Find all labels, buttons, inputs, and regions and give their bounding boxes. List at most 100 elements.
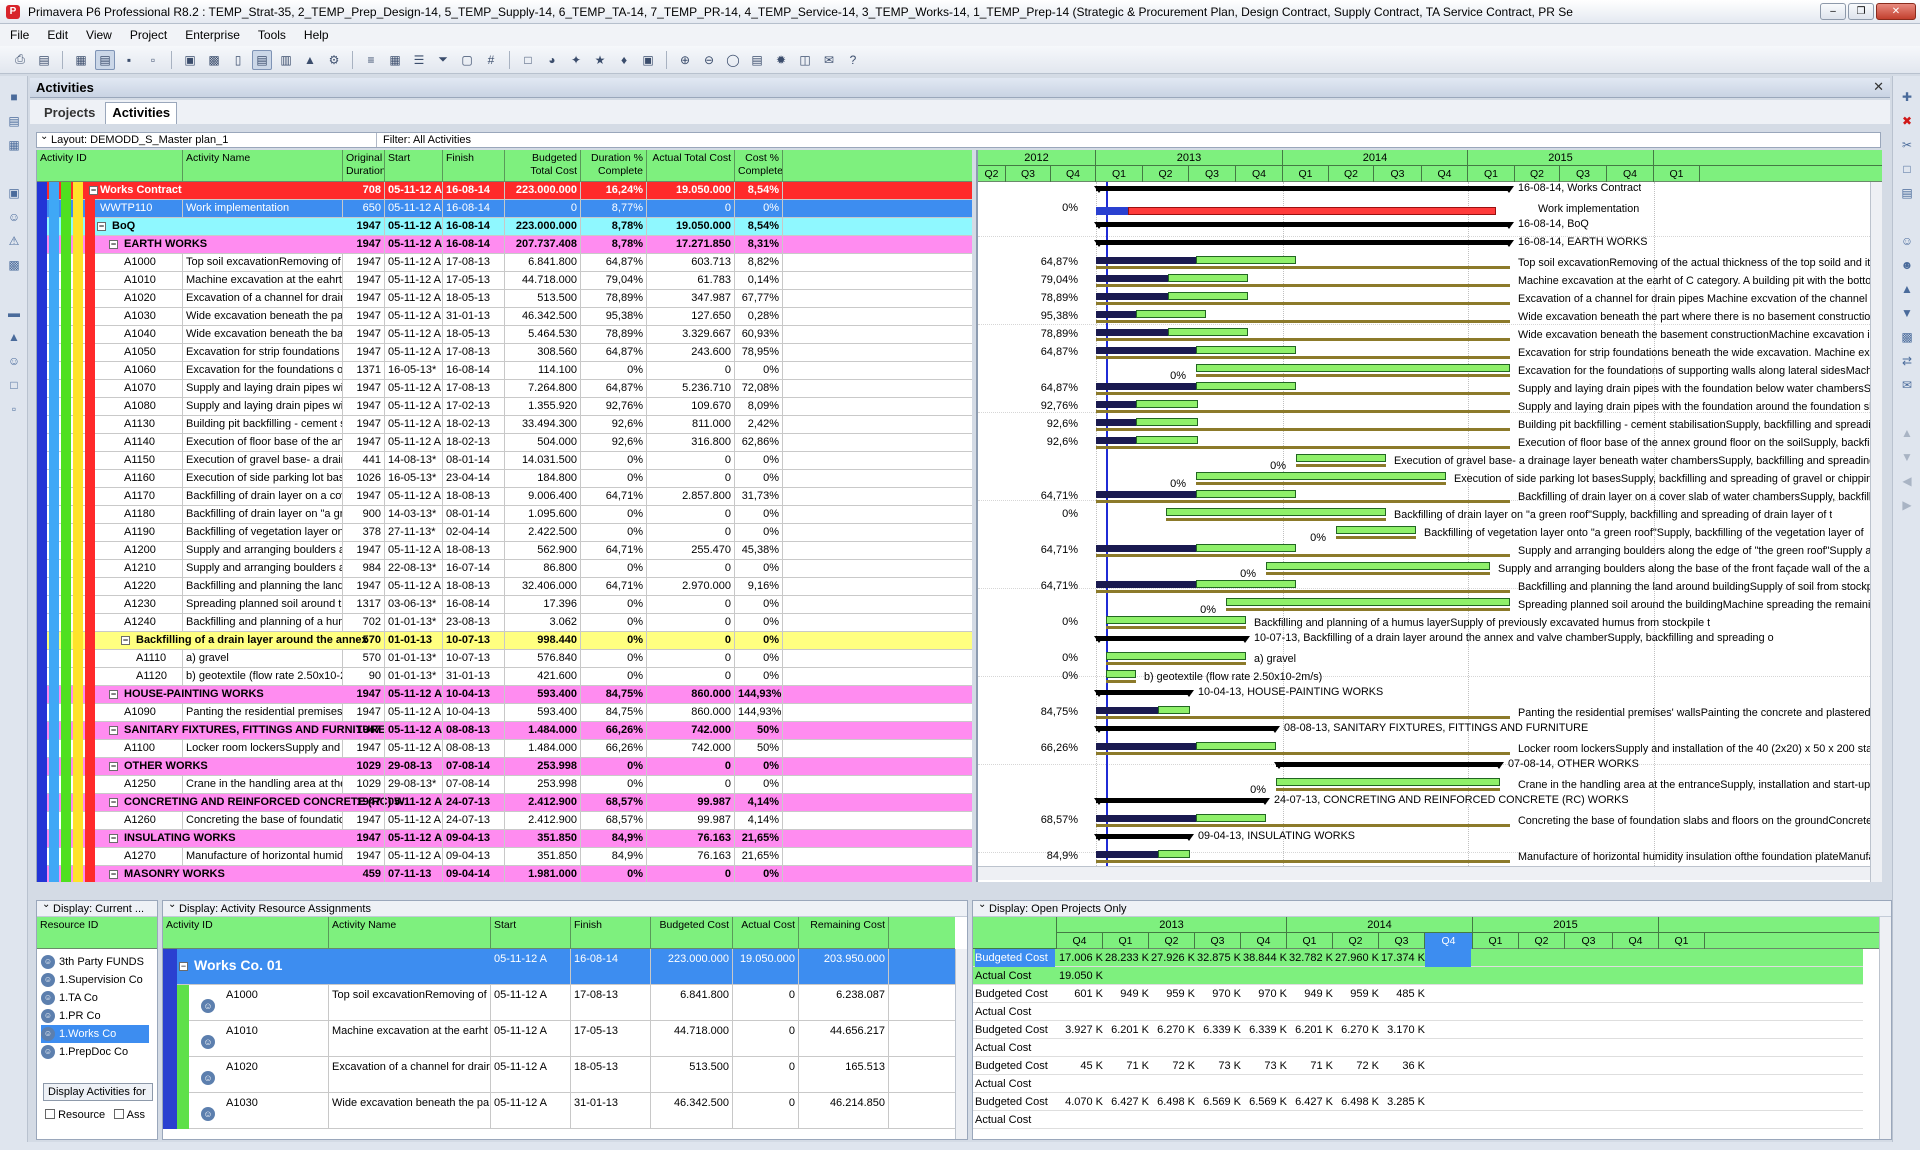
schedule-icon[interactable]: □: [518, 50, 538, 70]
column-header-finish[interactable]: Finish: [443, 150, 505, 182]
assignments-scrollbar[interactable]: [955, 949, 967, 1139]
assignment-row[interactable]: ☺ A1030 Wide excavation beneath the pa 05-1…: [163, 1093, 955, 1129]
activity-progress-bar[interactable]: [1096, 207, 1128, 215]
remaining-work-bar[interactable]: [1166, 508, 1386, 516]
columns-select-icon[interactable]: ▦: [385, 50, 405, 70]
profile-scrollbar[interactable]: [1879, 917, 1891, 1139]
resource-id-header[interactable]: Resource ID: [37, 917, 157, 949]
remaining-work-bar[interactable]: [1168, 292, 1248, 300]
wbs-summary-bar[interactable]: [1096, 222, 1510, 227]
zoom-in-icon[interactable]: ⊕: [675, 50, 695, 70]
resource-item[interactable]: ☺ 1.Supervision Co: [41, 971, 149, 989]
assign-resource-icon[interactable]: ☺: [1900, 234, 1914, 248]
move-down-icon[interactable]: ▼: [1900, 450, 1914, 464]
remaining-work-bar[interactable]: [1168, 328, 1248, 336]
assignment-row[interactable]: ☺ A1000 Top soil excavationRemoving of 05-1…: [163, 985, 955, 1021]
menu-enterprise[interactable]: Enterprise: [183, 28, 242, 42]
collapse-toggle-icon[interactable]: −: [109, 240, 118, 249]
remaining-work-bar[interactable]: [1196, 544, 1296, 552]
activity-row[interactable]: A1130Building pit backfilling - cement s…: [37, 416, 972, 434]
activity-row[interactable]: A1170Backfilling of drain layer on a cov…: [37, 488, 972, 506]
help-icon[interactable]: ?: [843, 50, 863, 70]
column-header-cpct[interactable]: Cost % Complete: [735, 150, 783, 182]
print-preview-icon[interactable]: ▤: [34, 50, 54, 70]
menu-help[interactable]: Help: [302, 28, 331, 42]
cut-icon[interactable]: ✂: [1900, 138, 1914, 152]
profile-icon[interactable]: ▯: [228, 50, 248, 70]
actual-progress-bar[interactable]: [1096, 743, 1208, 750]
thresholds-nav-icon[interactable]: ▬: [7, 306, 21, 320]
column-header-btc[interactable]: Budgeted Total Cost: [505, 150, 581, 182]
activity-row[interactable]: A1150Execution of gravel base- a drainag…: [37, 452, 972, 470]
print-icon[interactable]: ⎙: [10, 50, 30, 70]
remaining-work-bar[interactable]: [1136, 400, 1198, 408]
resource-icon[interactable]: ▩: [204, 50, 224, 70]
activity-row[interactable]: A1240Backfilling and planning of a humus…: [37, 614, 972, 632]
activity-row[interactable]: A1160Execution of side parking lot bases…: [37, 470, 972, 488]
filter-icon[interactable]: ⏷: [433, 50, 453, 70]
columns-icon[interactable]: ▦: [71, 50, 91, 70]
remaining-work-bar[interactable]: [1196, 256, 1296, 264]
column-header-name[interactable]: Activity Name: [183, 150, 343, 182]
delete-icon[interactable]: ✖: [1900, 114, 1914, 128]
remaining-work-bar[interactable]: [1136, 436, 1198, 444]
column-header-dpct[interactable]: Duration % Complete: [581, 150, 647, 182]
filter-label[interactable]: Filter: All Activities: [377, 134, 471, 146]
remaining-work-bar[interactable]: [1136, 418, 1198, 426]
profile-pane-title[interactable]: Display: Open Projects Only: [973, 901, 1891, 917]
split-horizontal-icon[interactable]: ▤: [747, 50, 767, 70]
wbs-row[interactable]: − BoQ 1947 05-11-12 A 16-08-14 223.000.000 8,7…: [37, 218, 972, 236]
wbs-summary-bar[interactable]: [1276, 762, 1500, 767]
remaining-work-bar[interactable]: [1266, 562, 1490, 570]
bars-icon[interactable]: ≡: [361, 50, 381, 70]
expenses-nav-icon[interactable]: □: [7, 378, 21, 392]
activity-row[interactable]: A1040Wide excavation beneath the basemen…: [37, 326, 972, 344]
indent-right-icon[interactable]: ▶: [1900, 498, 1914, 512]
wbs-row[interactable]: − CONCRETING AND REINFORCED CONCRETE (RC)…: [37, 794, 972, 812]
display-activities-for-button[interactable]: Display Activities for: [43, 1083, 153, 1101]
activity-row[interactable]: A1200Supply and arranging boulders along…: [37, 542, 972, 560]
collapse-toggle-icon[interactable]: −: [109, 870, 118, 879]
assignments-icon[interactable]: ▥: [276, 50, 296, 70]
column-header-id[interactable]: Activity ID: [37, 150, 183, 182]
assignments-pane-title[interactable]: Display: Activity Resource Assignments: [163, 901, 967, 917]
remaining-work-bar[interactable]: [1106, 670, 1136, 678]
menu-view[interactable]: View: [84, 28, 114, 42]
menu-project[interactable]: Project: [128, 28, 169, 42]
remaining-work-bar[interactable]: [1276, 778, 1500, 786]
menu-file[interactable]: File: [8, 28, 31, 42]
activity-row[interactable]: A1260Concreting the base of foundation s…: [37, 812, 972, 830]
resource-item[interactable]: ☺ 1.TA Co: [41, 989, 149, 1007]
activity-row[interactable]: WWTP110 Work implementation 650 05-11-12 A1…: [37, 200, 972, 218]
usage-view-icon[interactable]: ▫: [143, 50, 163, 70]
gantt-vertical-scrollbar[interactable]: [1870, 182, 1882, 882]
wbs-row[interactable]: − Backfilling of a drain layer around the…: [37, 632, 972, 650]
copy-icon[interactable]: □: [1900, 162, 1914, 176]
remaining-work-bar[interactable]: [1196, 580, 1296, 588]
remaining-work-bar[interactable]: [1136, 310, 1206, 318]
wbs-row[interactable]: − HOUSE-PAINTING WORKS 1947 05-11-12 A 10-04…: [37, 686, 972, 704]
add-icon[interactable]: ✚: [1900, 90, 1914, 104]
tracking-nav-icon[interactable]: ▣: [7, 186, 21, 200]
resource-pane-title[interactable]: Display: Current ...: [37, 901, 157, 917]
collapse-toggle-icon[interactable]: −: [109, 834, 118, 843]
work-products-nav-icon[interactable]: ☺: [7, 354, 21, 368]
remaining-work-bar[interactable]: [1196, 472, 1446, 480]
bottom-layout-icon[interactable]: ▤: [252, 49, 272, 70]
move-up-icon[interactable]: ▲: [1900, 426, 1914, 440]
resource-checkbox[interactable]: [45, 1109, 55, 1119]
activity-row[interactable]: A1270Manufacture of horizontal humidity …: [37, 848, 972, 866]
assignment-column-header[interactable]: Finish: [571, 917, 651, 949]
hash-icon[interactable]: #: [481, 50, 501, 70]
remaining-work-bar[interactable]: [1336, 526, 1416, 534]
remaining-work-bar[interactable]: [1196, 742, 1276, 750]
activity-row[interactable]: A1010Machine excavation at the eahrt of …: [37, 272, 972, 290]
collapse-toggle-icon[interactable]: −: [97, 222, 106, 231]
remaining-work-bar[interactable]: [1106, 652, 1246, 660]
tracking-icon[interactable]: ▲: [300, 50, 320, 70]
wbs-row[interactable]: − OTHER WORKS 1029 29-08-13 07-08-14 253.998 0…: [37, 758, 972, 776]
tab-projects[interactable]: Projects: [38, 103, 101, 124]
wbs-row[interactable]: − INSULATING WORKS 1947 05-11-12 A 09-04-13 3…: [37, 830, 972, 848]
activity-row[interactable]: A1220Backfilling and planning the land a…: [37, 578, 972, 596]
activity-row[interactable]: A1020Excavation of a channel for drain p…: [37, 290, 972, 308]
